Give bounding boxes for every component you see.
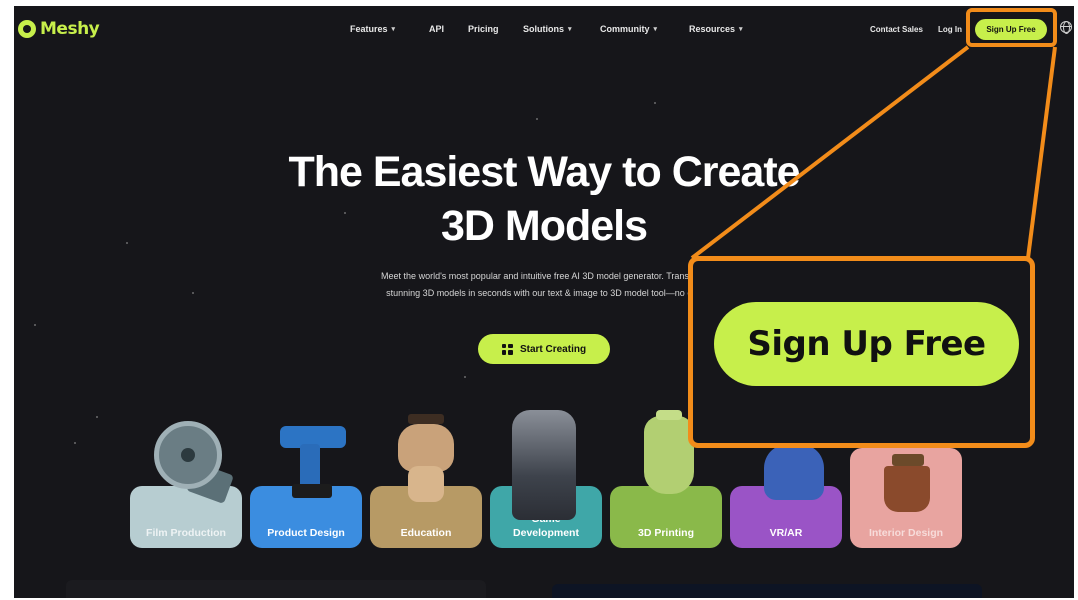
signup-button-zoomed[interactable]: Sign Up Free (714, 302, 1019, 386)
annotation-highlight-box (966, 8, 1057, 47)
